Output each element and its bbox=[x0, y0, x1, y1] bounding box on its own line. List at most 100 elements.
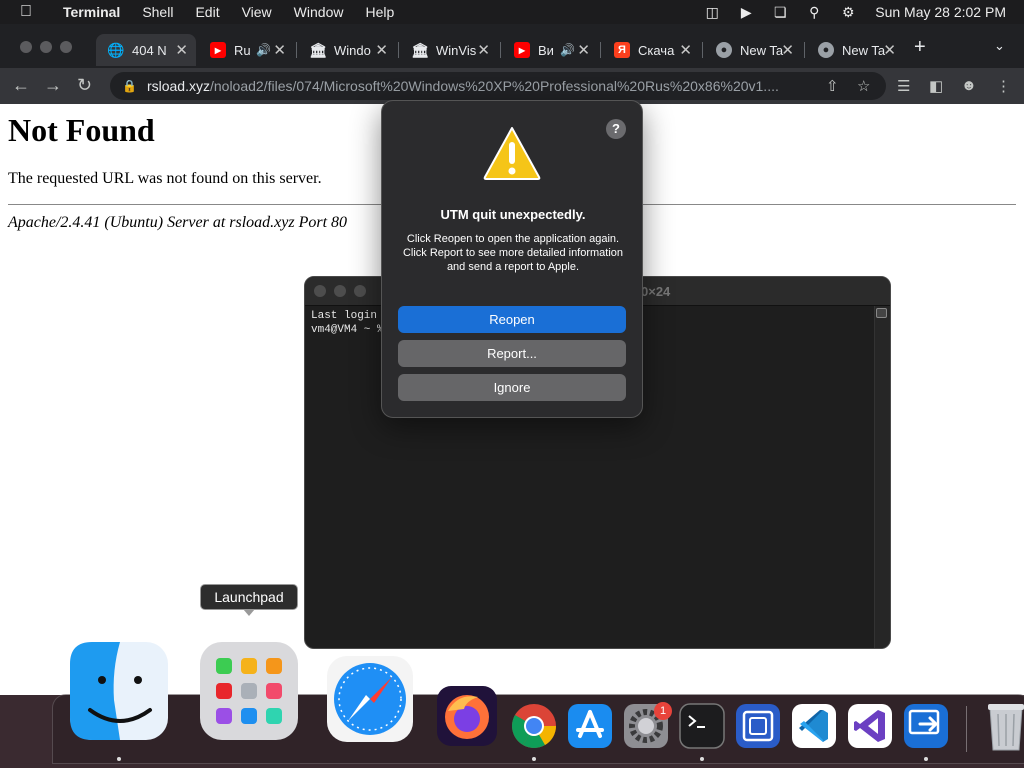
tab-winvis[interactable]: 🏛 WinVis ✕ bbox=[400, 34, 498, 66]
youtube-icon: ▶ bbox=[514, 42, 530, 58]
error-message: The requested URL was not found on this … bbox=[8, 170, 322, 187]
close-tab-icon[interactable]: ✕ bbox=[273, 41, 286, 59]
safari-dock-icon[interactable] bbox=[326, 655, 414, 743]
terminal-output[interactable]: Last login vm4@VM4 ~ % bbox=[311, 309, 384, 337]
tab-separator bbox=[804, 42, 805, 58]
menu-bar:  Terminal Shell Edit View Window Help ◫… bbox=[0, 0, 1024, 24]
window-minimize-button[interactable] bbox=[40, 41, 52, 53]
chrome-dock-icon[interactable] bbox=[510, 702, 558, 750]
remote-desktop-status-icon[interactable]: ◫ bbox=[697, 4, 727, 21]
apple-menu-icon[interactable]:  bbox=[0, 3, 52, 21]
reload-button[interactable]: ↻ bbox=[77, 75, 92, 96]
firefox-dock-icon[interactable] bbox=[436, 685, 498, 747]
remote-desktop-running-dot bbox=[924, 757, 928, 761]
chrome-running-dot bbox=[532, 757, 536, 761]
new-tab-button[interactable]: + bbox=[914, 36, 926, 59]
tab-windows[interactable]: 🏛 Windo ✕ bbox=[298, 34, 396, 66]
terminal-dock-icon[interactable] bbox=[678, 702, 726, 750]
control-center-icon[interactable]: ⚙ bbox=[833, 4, 863, 21]
reopen-button[interactable]: Reopen bbox=[398, 306, 626, 333]
close-tab-icon[interactable]: ✕ bbox=[781, 41, 794, 59]
globe-icon: 🌐 bbox=[107, 41, 125, 58]
launchpad-icon bbox=[200, 642, 298, 740]
speaker-icon[interactable]: 🔊 bbox=[560, 43, 575, 57]
close-tab-icon[interactable]: ✕ bbox=[175, 41, 188, 59]
close-tab-icon[interactable]: ✕ bbox=[375, 41, 388, 59]
tab-404-not-found[interactable]: 🌐 404 N ✕ bbox=[96, 34, 196, 66]
vscode-dock-icon[interactable] bbox=[790, 702, 838, 750]
bookmark-star-icon[interactable]: ☆ bbox=[857, 77, 870, 95]
launchpad-dock-icon[interactable] bbox=[198, 640, 300, 742]
side-panel-icon[interactable]: ◧ bbox=[929, 77, 943, 95]
menu-app-terminal[interactable]: Terminal bbox=[52, 4, 131, 20]
finder-dock-icon[interactable] bbox=[68, 640, 170, 742]
safari-icon bbox=[327, 656, 413, 742]
tab-new-tab-1[interactable]: ● New Ta ✕ bbox=[704, 34, 802, 66]
terminal-scrollbar[interactable] bbox=[874, 306, 890, 648]
tab-title: Ви bbox=[538, 42, 554, 58]
terminal-line: Last login bbox=[311, 310, 378, 322]
address-bar[interactable]: 🔒 rsload.xyz/noload2/files/074/Microsoft… bbox=[110, 72, 886, 100]
close-tab-icon[interactable]: ✕ bbox=[577, 41, 590, 59]
terminal-title: 0×24 bbox=[641, 284, 671, 299]
forward-button[interactable]: → bbox=[44, 75, 62, 96]
chrome-icon bbox=[512, 704, 556, 748]
terminal-zoom-button[interactable] bbox=[354, 285, 366, 297]
more-menu-icon[interactable]: ⋮ bbox=[996, 77, 1011, 95]
menu-edit[interactable]: Edit bbox=[184, 4, 230, 20]
tab-new-tab-2[interactable]: ● New Ta ✕ bbox=[806, 34, 904, 66]
close-tab-icon[interactable]: ✕ bbox=[679, 41, 692, 59]
terminal-split-icon[interactable] bbox=[876, 308, 887, 318]
lock-icon[interactable]: 🔒 bbox=[122, 79, 137, 93]
window-switch-icon[interactable]: ❏ bbox=[765, 4, 795, 21]
speaker-icon[interactable]: 🔊 bbox=[256, 43, 271, 57]
tab-download[interactable]: Я Скача ✕ bbox=[602, 34, 700, 66]
tab-title: New Ta bbox=[842, 42, 886, 58]
finder-running-dot bbox=[117, 757, 121, 761]
alert-title: UTM quit unexpectedly. bbox=[440, 207, 586, 222]
tab-youtube-ru[interactable]: ▶ Ru 🔊 ✕ bbox=[198, 34, 294, 66]
dock-tooltip: Launchpad bbox=[200, 584, 298, 610]
window-zoom-button[interactable] bbox=[60, 41, 72, 53]
visual-studio-dock-icon[interactable] bbox=[846, 702, 894, 750]
alert-message: Click Reopen to open the application aga… bbox=[402, 233, 624, 273]
tab-title: Скача bbox=[638, 42, 675, 58]
spotlight-search-icon[interactable]: ⚲ bbox=[799, 4, 829, 21]
screen-record-icon[interactable]: ▶ bbox=[731, 4, 761, 21]
window-close-button[interactable] bbox=[20, 41, 32, 53]
report-button[interactable]: Report... bbox=[398, 340, 626, 367]
remote-desktop-dock-icon[interactable] bbox=[902, 702, 950, 750]
vscode-icon bbox=[792, 704, 836, 748]
menu-shell[interactable]: Shell bbox=[131, 4, 184, 20]
menu-help[interactable]: Help bbox=[354, 4, 405, 20]
chrome-icon: ● bbox=[716, 42, 732, 58]
terminal-minimize-button[interactable] bbox=[334, 285, 346, 297]
back-button[interactable]: ← bbox=[12, 75, 30, 96]
close-tab-icon[interactable]: ✕ bbox=[477, 41, 490, 59]
menu-view[interactable]: View bbox=[231, 4, 283, 20]
server-signature: Apache/2.4.41 (Ubuntu) Server at rsload.… bbox=[8, 214, 348, 231]
profile-avatar-icon[interactable]: ☻ bbox=[961, 77, 977, 94]
tab-youtube-vi[interactable]: ▶ Ви 🔊 ✕ bbox=[502, 34, 598, 66]
url-path: /noload2/files/074/Microsoft%20Windows%2… bbox=[209, 78, 779, 94]
visual-studio-icon bbox=[848, 704, 892, 748]
reading-list-icon[interactable]: ☰ bbox=[897, 77, 910, 95]
share-icon[interactable]: ⇧ bbox=[826, 77, 839, 95]
tab-strip: 🌐 404 N ✕ ▶ Ru 🔊 ✕ 🏛 Windo ✕ 🏛 WinVis ✕ … bbox=[0, 24, 1024, 68]
terminal-prompt: vm4@VM4 ~ % bbox=[311, 324, 384, 336]
tab-search-chevron-icon[interactable]: ⌄ bbox=[994, 38, 1005, 54]
utm-dock-icon[interactable] bbox=[734, 702, 782, 750]
ignore-button[interactable]: Ignore bbox=[398, 374, 626, 401]
help-button[interactable]: ? bbox=[606, 119, 626, 139]
menu-window[interactable]: Window bbox=[283, 4, 355, 20]
app-store-dock-icon[interactable] bbox=[566, 702, 614, 750]
close-tab-icon[interactable]: ✕ bbox=[883, 41, 896, 59]
terminal-close-button[interactable] bbox=[314, 285, 326, 297]
chrome-icon: ● bbox=[818, 42, 834, 58]
yandex-icon: Я bbox=[614, 42, 630, 58]
warning-icon bbox=[483, 127, 541, 180]
tab-separator bbox=[600, 42, 601, 58]
trash-dock-icon[interactable] bbox=[984, 700, 1024, 752]
tab-title: 404 N bbox=[132, 42, 167, 58]
menu-bar-clock[interactable]: Sun May 28 2:02 PM bbox=[867, 4, 1006, 20]
